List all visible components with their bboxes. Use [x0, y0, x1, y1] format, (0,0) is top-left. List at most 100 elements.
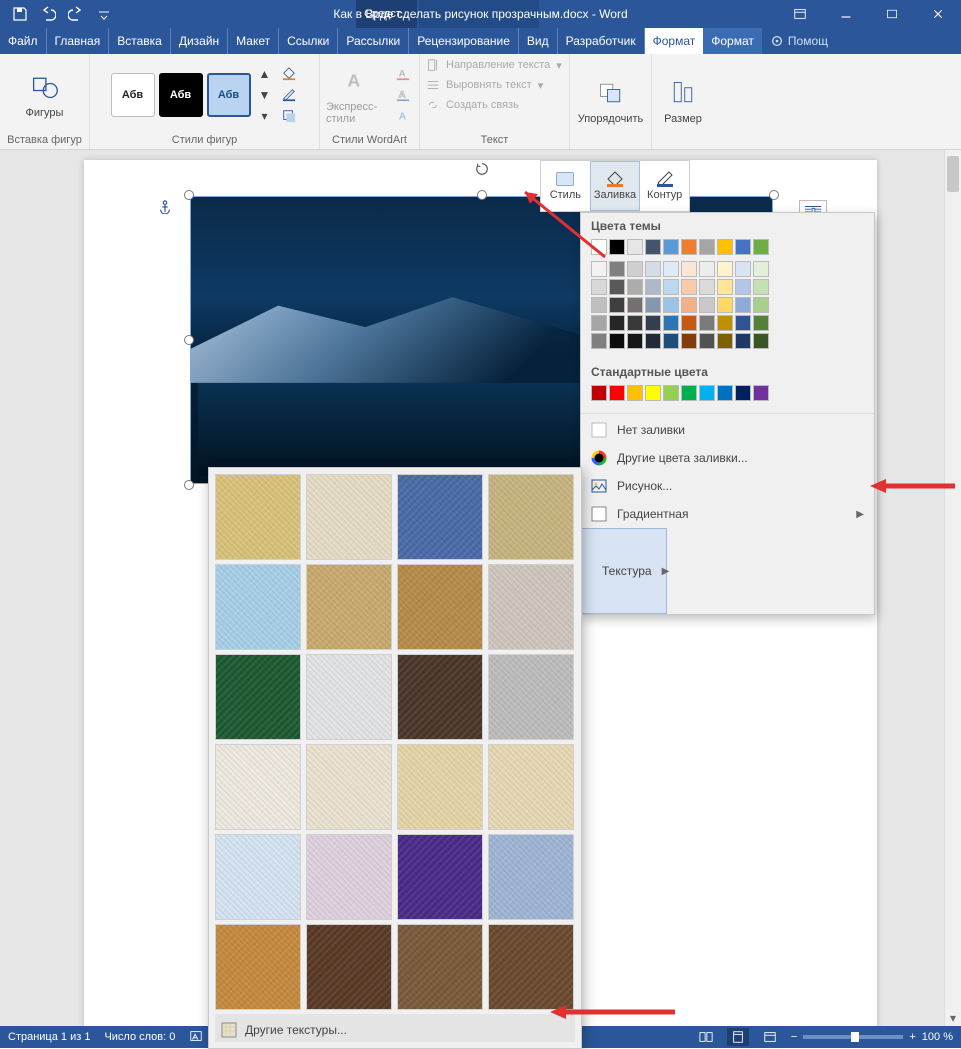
- color-swatch[interactable]: [627, 297, 643, 313]
- color-swatch[interactable]: [609, 333, 625, 349]
- more-textures-item[interactable]: Другие текстуры...: [215, 1014, 575, 1042]
- color-swatch[interactable]: [627, 239, 643, 255]
- shape-style-preset-2[interactable]: Абв: [159, 73, 203, 117]
- color-swatch[interactable]: [735, 239, 751, 255]
- undo-button[interactable]: [34, 0, 62, 28]
- ribbon-display-options-button[interactable]: [777, 0, 823, 28]
- color-swatch[interactable]: [717, 385, 733, 401]
- texture-swatch[interactable]: [215, 834, 301, 920]
- color-swatch[interactable]: [735, 297, 751, 313]
- color-swatch[interactable]: [753, 333, 769, 349]
- web-layout-button[interactable]: [759, 1028, 781, 1046]
- resize-handle-nw[interactable]: [184, 190, 194, 200]
- color-swatch[interactable]: [717, 239, 733, 255]
- texture-swatch[interactable]: [397, 474, 483, 560]
- print-layout-button[interactable]: [727, 1028, 749, 1046]
- read-mode-button[interactable]: [695, 1028, 717, 1046]
- tab-file[interactable]: Файл: [0, 28, 47, 54]
- arrange-button[interactable]: Упорядочить: [578, 77, 643, 125]
- tab-home[interactable]: Главная: [47, 28, 110, 54]
- texture-swatch[interactable]: [306, 924, 392, 1010]
- shape-style-preset-3[interactable]: Абв: [207, 73, 251, 117]
- color-swatch[interactable]: [609, 385, 625, 401]
- color-swatch[interactable]: [591, 385, 607, 401]
- color-swatch[interactable]: [681, 279, 697, 295]
- color-swatch[interactable]: [753, 279, 769, 295]
- texture-swatch[interactable]: [397, 744, 483, 830]
- text-direction-button[interactable]: Направление текста ▾: [426, 58, 562, 72]
- color-swatch[interactable]: [735, 385, 751, 401]
- color-swatch[interactable]: [753, 385, 769, 401]
- color-swatch[interactable]: [699, 279, 715, 295]
- color-swatch[interactable]: [681, 385, 697, 401]
- mini-outline-button[interactable]: Контур: [640, 161, 689, 211]
- zoom-thumb[interactable]: [851, 1032, 859, 1042]
- texture-swatch[interactable]: [215, 654, 301, 740]
- page-indicator[interactable]: Страница 1 из 1: [8, 1031, 90, 1043]
- texture-swatch[interactable]: [215, 474, 301, 560]
- color-swatch[interactable]: [717, 261, 733, 277]
- qat-more-button[interactable]: [90, 0, 118, 28]
- color-swatch[interactable]: [663, 239, 679, 255]
- wordart-quick-styles-button[interactable]: A Экспресс-стили: [326, 65, 389, 125]
- color-swatch[interactable]: [609, 239, 625, 255]
- zoom-slider[interactable]: [803, 1035, 903, 1039]
- color-swatch[interactable]: [735, 333, 751, 349]
- color-swatch[interactable]: [717, 279, 733, 295]
- texture-swatch[interactable]: [306, 564, 392, 650]
- tab-review[interactable]: Рецензирование: [409, 28, 519, 54]
- color-swatch[interactable]: [753, 315, 769, 331]
- maximize-button[interactable]: [869, 0, 915, 28]
- color-swatch[interactable]: [627, 279, 643, 295]
- color-swatch[interactable]: [663, 297, 679, 313]
- color-swatch[interactable]: [717, 315, 733, 331]
- more-fill-colors-item[interactable]: Другие цвета заливки...: [581, 444, 874, 472]
- shape-fill-button[interactable]: [279, 65, 299, 83]
- gallery-up-button[interactable]: ▲: [255, 65, 275, 83]
- color-swatch[interactable]: [699, 261, 715, 277]
- color-swatch[interactable]: [627, 315, 643, 331]
- color-swatch[interactable]: [735, 279, 751, 295]
- color-swatch[interactable]: [663, 385, 679, 401]
- size-button[interactable]: Размер: [657, 77, 709, 125]
- color-swatch[interactable]: [663, 315, 679, 331]
- gallery-down-button[interactable]: ▼: [255, 86, 275, 104]
- color-swatch[interactable]: [645, 315, 661, 331]
- texture-swatch[interactable]: [488, 564, 574, 650]
- tab-insert[interactable]: Вставка: [109, 28, 171, 54]
- texture-swatch[interactable]: [397, 924, 483, 1010]
- color-swatch[interactable]: [591, 333, 607, 349]
- color-swatch[interactable]: [753, 239, 769, 255]
- color-swatch[interactable]: [681, 333, 697, 349]
- tab-format-shape[interactable]: Формат: [645, 28, 704, 54]
- texture-swatch[interactable]: [488, 924, 574, 1010]
- color-swatch[interactable]: [609, 315, 625, 331]
- tab-view[interactable]: Вид: [519, 28, 558, 54]
- resize-handle-w[interactable]: [184, 335, 194, 345]
- zoom-level[interactable]: 100 %: [922, 1031, 953, 1043]
- color-swatch[interactable]: [591, 279, 607, 295]
- rotate-handle[interactable]: [475, 162, 489, 176]
- gallery-more-button[interactable]: ▾: [255, 107, 275, 125]
- minimize-button[interactable]: [823, 0, 869, 28]
- color-swatch[interactable]: [753, 261, 769, 277]
- color-swatch[interactable]: [591, 261, 607, 277]
- texture-swatch[interactable]: [397, 564, 483, 650]
- tab-design[interactable]: Дизайн: [171, 28, 228, 54]
- color-swatch[interactable]: [717, 333, 733, 349]
- texture-swatch[interactable]: [215, 744, 301, 830]
- texture-swatch[interactable]: [306, 834, 392, 920]
- texture-swatch[interactable]: [488, 654, 574, 740]
- color-swatch[interactable]: [681, 315, 697, 331]
- color-swatch[interactable]: [753, 297, 769, 313]
- color-swatch[interactable]: [645, 385, 661, 401]
- tab-mailings[interactable]: Рассылки: [338, 28, 409, 54]
- text-effects-button[interactable]: A: [393, 107, 413, 125]
- scrollbar-thumb[interactable]: [947, 156, 959, 192]
- texture-swatch[interactable]: [306, 744, 392, 830]
- resize-handle-n[interactable]: [477, 190, 487, 200]
- color-swatch[interactable]: [681, 261, 697, 277]
- resize-handle-sw[interactable]: [184, 480, 194, 490]
- tab-developer[interactable]: Разработчик: [558, 28, 645, 54]
- color-swatch[interactable]: [717, 297, 733, 313]
